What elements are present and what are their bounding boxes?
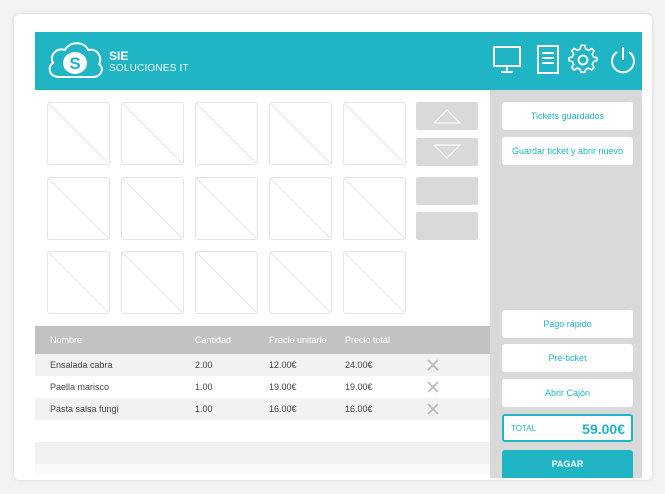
product-tile[interactable] <box>47 177 110 240</box>
row-qty: 1.00 <box>195 404 213 414</box>
row-name: Ensalada cabra <box>50 360 113 370</box>
product-tile[interactable] <box>343 177 406 240</box>
row-total-price: 19.00€ <box>345 382 373 392</box>
brand-name: SIE <box>109 49 129 63</box>
total-value: 59.00€ <box>582 421 625 437</box>
row-name: Paella marisco <box>50 382 110 392</box>
quick-pay-button[interactable]: Pago rápido <box>502 310 633 338</box>
placeholder-diagonal-icon <box>122 178 183 239</box>
total-box: TOTAL 59.00€ <box>502 414 633 442</box>
placeholder-diagonal-icon <box>48 252 109 313</box>
pre-ticket-button[interactable]: Pre-ticket <box>502 344 633 372</box>
monitor-icon[interactable] <box>492 44 522 76</box>
product-tile[interactable] <box>269 102 332 165</box>
row-total-price: 16.00€ <box>345 404 373 414</box>
gear-icon[interactable] <box>568 44 598 76</box>
side-panel: Tickets guardados Guardar ticket y abrir… <box>490 90 642 478</box>
product-tile[interactable] <box>121 177 184 240</box>
header-total-price: Precio total <box>345 335 391 345</box>
row-unit-price: 19.00€ <box>269 382 297 392</box>
total-label: TOTAL <box>511 424 537 433</box>
placeholder-diagonal-icon <box>48 178 109 239</box>
product-tile[interactable] <box>195 102 258 165</box>
delete-x-icon[interactable] <box>426 380 440 394</box>
empty-row <box>35 464 490 474</box>
placeholder-diagonal-icon <box>344 252 405 313</box>
placeholder-diagonal-icon <box>122 252 183 313</box>
header-bar: S SIE SOLUCIONES IT <box>35 32 642 90</box>
save-and-new-ticket-button[interactable]: Guardar ticket y abrir nuevo <box>502 137 633 165</box>
table-row[interactable]: Paella marisco 1.00 19.00€ 19.00€ <box>35 376 490 398</box>
table-header: Nombre Cantidad Precio unitario Precio t… <box>35 326 490 354</box>
brand-subtitle: SOLUCIONES IT <box>109 63 189 74</box>
product-tile[interactable] <box>47 251 110 314</box>
empty-row <box>35 442 490 464</box>
document-icon[interactable] <box>533 44 563 76</box>
scroll-down-button[interactable] <box>416 138 478 166</box>
arrow-down-icon <box>433 144 462 159</box>
delete-x-icon[interactable] <box>426 358 440 372</box>
placeholder-diagonal-icon <box>270 178 331 239</box>
logo-letter: S <box>69 54 80 73</box>
product-tile[interactable] <box>195 251 258 314</box>
placeholder-diagonal-icon <box>196 178 257 239</box>
row-total-price: 24.00€ <box>345 360 373 370</box>
row-name: Pasta salsa fungi <box>50 404 119 414</box>
header-name: Nombre <box>50 335 83 345</box>
placeholder-diagonal-icon <box>344 103 405 164</box>
header-unit-price: Precio unitario <box>269 335 327 345</box>
saved-tickets-button[interactable]: Tickets guardados <box>502 102 633 130</box>
empty-action-button-2[interactable] <box>416 212 478 240</box>
product-tile[interactable] <box>121 251 184 314</box>
header-qty: Cantidad <box>195 335 232 345</box>
table-row[interactable]: Pasta salsa fungi 1.00 16.00€ 16.00€ <box>35 398 490 420</box>
table-row[interactable]: Ensalada cabra 2.00 12.00€ 24.00€ <box>35 354 490 376</box>
arrow-up-icon <box>433 109 462 124</box>
product-tile[interactable] <box>47 102 110 165</box>
pay-button[interactable]: PAGAR <box>502 450 633 478</box>
scroll-up-button[interactable] <box>416 102 478 130</box>
product-tile[interactable] <box>343 251 406 314</box>
delete-x-icon[interactable] <box>426 402 440 416</box>
placeholder-diagonal-icon <box>196 103 257 164</box>
open-drawer-button[interactable]: Abrir Cajón <box>502 379 633 407</box>
product-tile[interactable] <box>343 102 406 165</box>
placeholder-diagonal-icon <box>270 252 331 313</box>
placeholder-diagonal-icon <box>344 178 405 239</box>
product-tile[interactable] <box>195 177 258 240</box>
row-unit-price: 16.00€ <box>269 404 297 414</box>
placeholder-diagonal-icon <box>122 103 183 164</box>
row-qty: 2.00 <box>195 360 213 370</box>
product-tile[interactable] <box>121 102 184 165</box>
pos-app: S SIE SOLUCIONES IT Nombre Cantidad Prec… <box>35 32 642 478</box>
row-unit-price: 12.00€ <box>269 360 297 370</box>
power-icon[interactable] <box>608 44 638 76</box>
placeholder-diagonal-icon <box>196 252 257 313</box>
cloud-logo-icon: S <box>48 42 103 78</box>
product-tile[interactable] <box>269 177 332 240</box>
row-qty: 1.00 <box>195 382 213 392</box>
product-tile[interactable] <box>269 251 332 314</box>
placeholder-diagonal-icon <box>48 103 109 164</box>
placeholder-diagonal-icon <box>270 103 331 164</box>
empty-action-button-1[interactable] <box>416 177 478 205</box>
